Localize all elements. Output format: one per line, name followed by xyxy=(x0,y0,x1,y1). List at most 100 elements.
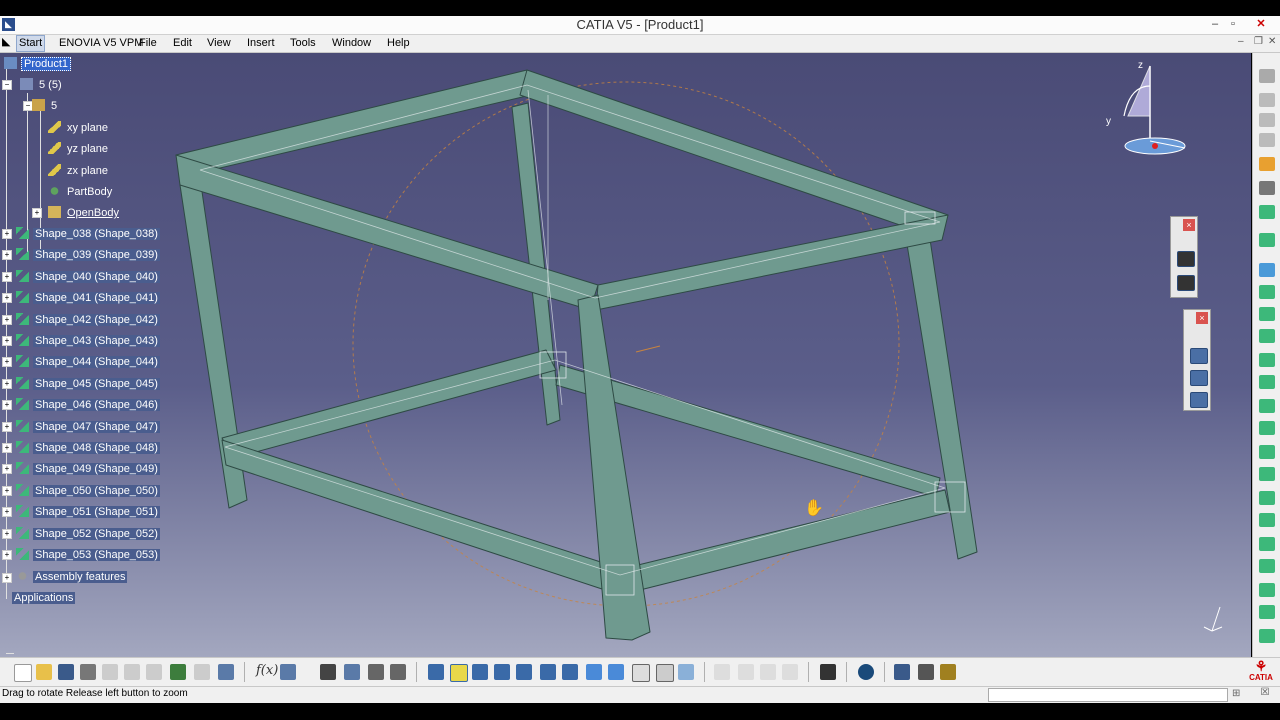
hole-icon[interactable] xyxy=(1259,329,1275,343)
expand-icon[interactable]: + xyxy=(2,421,12,432)
component-icon[interactable] xyxy=(1190,370,1208,386)
menu-enovia[interactable]: ENOVIA V5 VPM xyxy=(57,36,145,51)
thickness-icon[interactable] xyxy=(1259,559,1275,573)
expand-icon[interactable]: + xyxy=(2,443,12,453)
expand-icon[interactable]: + xyxy=(2,378,12,389)
render-icon[interactable] xyxy=(678,664,694,680)
part-icon[interactable] xyxy=(1190,392,1208,408)
tool-icon-1[interactable] xyxy=(1259,69,1275,83)
command-history-icon[interactable]: ⊞ xyxy=(1232,688,1246,700)
close-icon[interactable]: × xyxy=(1183,219,1195,231)
remove-icon[interactable] xyxy=(1259,445,1275,459)
new-icon[interactable] xyxy=(14,664,32,682)
expand-icon[interactable]: + xyxy=(2,336,12,346)
redo-icon[interactable] xyxy=(194,664,210,680)
tree-node-shape[interactable]: Shape_051 (Shape_051) xyxy=(16,504,160,520)
chamfer-icon[interactable] xyxy=(1259,491,1275,505)
settings-icon[interactable] xyxy=(1259,181,1275,195)
tree-node-part-instance[interactable]: 5 (5) xyxy=(20,77,64,93)
undo-icon[interactable] xyxy=(170,664,186,680)
clear-command-icon[interactable]: ☒ xyxy=(1252,687,1278,701)
menu-tools[interactable]: Tools xyxy=(288,36,318,51)
shaft-icon[interactable] xyxy=(1259,285,1275,299)
tool-icon-4[interactable] xyxy=(1259,133,1275,147)
tree-node-shape[interactable]: Shape_048 (Shape_048) xyxy=(16,440,160,456)
explode-icon[interactable] xyxy=(782,664,798,680)
expand-icon[interactable]: + xyxy=(2,550,12,560)
slot-icon[interactable] xyxy=(1259,375,1275,389)
rotate-icon[interactable] xyxy=(494,664,510,680)
camera-icon[interactable] xyxy=(820,664,836,680)
tree-node-shape[interactable]: Shape_042 (Shape_042) xyxy=(16,312,160,328)
paste-icon[interactable] xyxy=(146,664,162,680)
tree-node-shape[interactable]: Shape_049 (Shape_049) xyxy=(16,461,160,477)
tree-node-shape[interactable]: Shape_046 (Shape_046) xyxy=(16,397,160,413)
tree-node-assembly-features[interactable]: Assembly features xyxy=(16,569,128,585)
select-icon[interactable] xyxy=(1259,157,1275,171)
command-input[interactable] xyxy=(988,688,1228,702)
thread-icon[interactable] xyxy=(1259,583,1275,597)
tree-node-partbody[interactable]: PartBody xyxy=(48,184,114,200)
menu-window[interactable]: Window xyxy=(330,36,373,51)
menu-insert[interactable]: Insert xyxy=(245,36,277,51)
menu-help[interactable]: Help xyxy=(385,36,412,51)
expand-icon[interactable]: + xyxy=(2,528,12,539)
shell-icon[interactable] xyxy=(1259,537,1275,551)
doc-restore-button[interactable]: ❐ xyxy=(1254,36,1263,47)
table-icon[interactable] xyxy=(320,664,336,680)
sort-icon[interactable] xyxy=(390,664,406,680)
draft-icon[interactable] xyxy=(1259,513,1275,527)
fly-icon[interactable] xyxy=(428,664,444,680)
formula-icon[interactable]: f(x) xyxy=(256,663,278,678)
measure-icon[interactable] xyxy=(894,664,910,680)
fillet-icon[interactable] xyxy=(1259,467,1275,481)
menu-file[interactable]: File xyxy=(137,36,159,51)
swap-space-icon[interactable] xyxy=(656,664,674,682)
tree-node-zx-plane[interactable]: zx plane xyxy=(48,163,110,179)
manipulate-icon[interactable] xyxy=(760,664,776,680)
snap-icon[interactable] xyxy=(738,664,754,680)
expand-icon[interactable]: + xyxy=(2,314,12,325)
doc-minimize-button[interactable]: – xyxy=(1238,36,1244,47)
pan-icon[interactable] xyxy=(472,664,488,680)
pattern-icon[interactable] xyxy=(1259,629,1275,643)
menu-view[interactable]: View xyxy=(205,36,233,51)
tree-node-shape[interactable]: Shape_039 (Shape_039) xyxy=(16,247,160,263)
save-as-icon[interactable] xyxy=(1177,275,1195,291)
stiffener-icon[interactable] xyxy=(1259,399,1275,413)
update-icon[interactable] xyxy=(858,664,874,680)
minimize-button[interactable]: – xyxy=(1206,16,1224,32)
zoom-out-icon[interactable] xyxy=(540,664,556,680)
pocket-icon[interactable] xyxy=(1259,233,1275,247)
expand-icon[interactable]: + xyxy=(2,293,12,304)
hide-show-icon[interactable] xyxy=(632,664,650,682)
tree-node-shape[interactable]: Shape_040 (Shape_040) xyxy=(16,269,160,285)
expand-icon[interactable]: + xyxy=(2,464,12,475)
expand-icon[interactable]: + xyxy=(32,208,42,218)
plane-icon[interactable] xyxy=(1259,263,1275,277)
maximize-button[interactable]: ▫ xyxy=(1224,16,1242,32)
loft-icon[interactable] xyxy=(1259,421,1275,435)
expand-icon[interactable]: + xyxy=(2,229,12,239)
print-icon[interactable] xyxy=(80,664,96,680)
rib-icon[interactable] xyxy=(1259,353,1275,367)
close-button[interactable]: ✕ xyxy=(1244,16,1278,32)
tree-node-yz-plane[interactable]: yz plane xyxy=(48,141,110,157)
save-icon[interactable] xyxy=(58,664,74,680)
compass[interactable]: z y xyxy=(1100,56,1200,161)
doc-close-button[interactable]: ✕ xyxy=(1268,36,1276,47)
tree-node-shape[interactable]: Shape_041 (Shape_041) xyxy=(16,290,160,306)
expand-icon[interactable]: + xyxy=(2,485,12,496)
tree-node-root[interactable]: Product1 xyxy=(4,56,72,72)
tree-node-shape[interactable]: Shape_050 (Shape_050) xyxy=(16,483,160,499)
tree-node-xy-plane[interactable]: xy plane xyxy=(48,120,110,136)
expand-icon[interactable]: + xyxy=(2,400,12,411)
fit-all-icon[interactable] xyxy=(450,664,468,682)
shading-icon[interactable] xyxy=(608,664,624,680)
tree-icon[interactable] xyxy=(344,664,360,680)
mirror-icon[interactable] xyxy=(1259,605,1275,619)
tool-icon-3[interactable] xyxy=(1259,113,1275,127)
tool-icon-2[interactable] xyxy=(1259,93,1275,107)
tree-node-shape[interactable]: Shape_045 (Shape_045) xyxy=(16,376,160,392)
expand-icon[interactable]: + xyxy=(2,271,12,282)
